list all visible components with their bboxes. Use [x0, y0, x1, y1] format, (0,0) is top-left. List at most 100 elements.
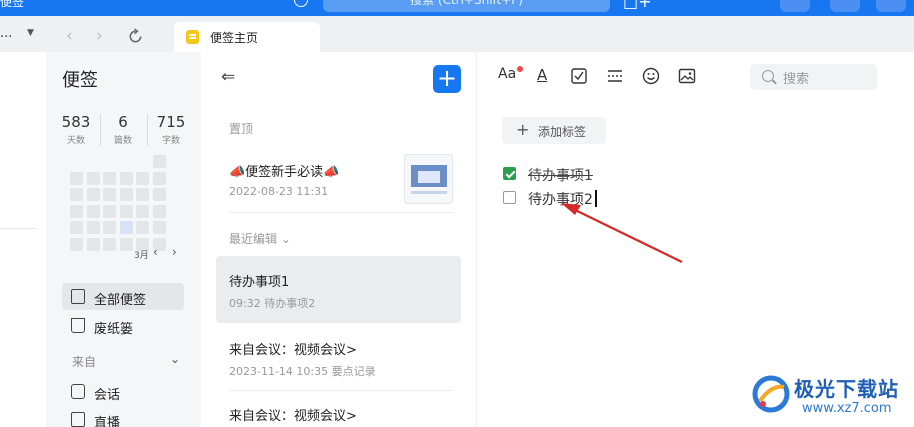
calendar-day[interactable] — [119, 171, 133, 185]
new-window-button[interactable] — [876, 0, 906, 12]
calendar-day[interactable] — [103, 237, 116, 251]
help-button[interactable] — [780, 0, 810, 12]
stat-words: 715 字数 — [151, 113, 191, 146]
calendar-day[interactable] — [119, 188, 133, 201]
calendar-day[interactable] — [136, 221, 149, 234]
divider — [229, 212, 453, 213]
stat-words-label: 字数 — [161, 136, 180, 146]
note-edit-icon — [71, 289, 85, 304]
calendar-day[interactable] — [119, 237, 133, 251]
sidebar-item-label: 全部便签 — [94, 293, 147, 308]
list-item[interactable]: 待办事项1 09:32 待办事项2 — [216, 256, 461, 323]
forward-arrow-icon[interactable]: › — [96, 26, 103, 46]
note-meta: 2022-08-23 11:31 — [229, 185, 329, 198]
calendar-day[interactable] — [136, 204, 149, 218]
sidebar-item-label: 直播 — [94, 416, 121, 427]
calendar-day[interactable] — [136, 171, 149, 185]
calendar-day[interactable] — [103, 221, 116, 234]
watermark: 极光下载站 www.xz7.com — [752, 371, 912, 425]
notes-sidebar: 便签 583 天数 6 篇数 715 字数 3月 ‹ › 全部便签 废纸篓 来自… — [46, 52, 201, 427]
list-item[interactable]: 来自会议：视频会议> 2023-11-14 10:35 要点记录 — [216, 329, 461, 387]
sidebar-item-label: 会话 — [94, 388, 121, 403]
note-title: 来自会议：视频会议> — [229, 409, 357, 424]
sidebar-item-label: 废纸篓 — [94, 322, 134, 337]
divider — [0, 228, 36, 229]
collapse-sidebar-icon[interactable]: ⇐ — [221, 67, 235, 87]
calendar-day[interactable] — [86, 221, 100, 234]
calendar-month: 3月 — [134, 251, 149, 261]
chevron-down-icon[interactable]: ⌄ — [170, 352, 180, 366]
source-section-label: 来自 — [72, 355, 97, 369]
calendar-day[interactable] — [103, 188, 116, 201]
watermark-logo-icon — [752, 375, 790, 413]
pinned-label: 置顶 — [229, 122, 254, 136]
chevron-down-icon[interactable]: ▼ — [27, 28, 34, 38]
calendar-day[interactable] — [103, 204, 116, 218]
sidebar-item-trash[interactable]: 废纸篓 — [62, 312, 184, 339]
trash-icon — [71, 318, 85, 333]
note-thumbnail — [404, 154, 453, 204]
sidebar-item-live[interactable]: 直播 — [62, 406, 184, 427]
list-item[interactable]: 来自会议：视频会议> — [216, 395, 461, 427]
workspace-menu[interactable]: ... — [0, 26, 12, 41]
title-bar: 便签 搜索 (Ctrl+Shift+F) □+ — [0, 0, 914, 16]
divider — [147, 114, 148, 146]
calendar-next-icon[interactable]: › — [172, 245, 177, 259]
calendar-day[interactable] — [152, 221, 166, 234]
divider — [229, 390, 453, 391]
watermark-url: www.xz7.com — [802, 401, 892, 416]
new-note-button[interactable]: + — [433, 65, 461, 93]
note-meta: 09:32 待办事项2 — [229, 297, 316, 310]
calendar-day[interactable] — [70, 171, 83, 185]
calendar-day[interactable] — [70, 221, 83, 234]
stat-days-label: 天数 — [66, 136, 85, 146]
activity-calendar — [62, 155, 186, 251]
stat-count-label: 篇数 — [113, 136, 132, 146]
tab-strip: ... ▼ ‹ › 便签主页 — [0, 16, 914, 52]
note-title: 📣便签新手必读📣 — [229, 165, 340, 180]
call-button[interactable] — [830, 0, 860, 12]
global-search-input[interactable]: 搜索 (Ctrl+Shift+F) — [323, 0, 610, 12]
back-arrow-icon[interactable]: ‹ — [66, 26, 73, 46]
calendar-day[interactable] — [152, 188, 166, 201]
stat-words-value: 715 — [156, 113, 186, 131]
sync-icon[interactable] — [294, 0, 308, 7]
calendar-day[interactable] — [152, 155, 166, 168]
calendar-day[interactable] — [152, 204, 166, 218]
add-device-icon[interactable]: □+ — [623, 0, 652, 11]
app-title: 便签 — [0, 0, 25, 9]
stat-days-value: 583 — [61, 113, 91, 131]
note-meta: 2023-11-14 10:35 要点记录 — [229, 365, 376, 378]
notes-list: ⇐ + 置顶 📣便签新手必读📣 2022-08-23 11:31 最近编辑 ⌄ … — [201, 52, 477, 427]
calendar-day[interactable] — [136, 188, 149, 201]
chat-icon — [71, 384, 85, 399]
workspace-sidebar — [0, 52, 46, 427]
watermark-brand: 极光下载站 — [794, 377, 899, 401]
calendar-day[interactable] — [152, 171, 166, 185]
note-app-icon — [186, 30, 199, 44]
note-title: 待办事项1 — [229, 275, 290, 290]
sidebar-item-all-notes[interactable]: 全部便签 — [62, 283, 184, 310]
calendar-day[interactable] — [86, 237, 100, 251]
tab-notes-home[interactable]: 便签主页 — [174, 22, 320, 52]
refresh-icon[interactable] — [127, 28, 144, 45]
calendar-day[interactable] — [103, 171, 116, 185]
calendar-day[interactable] — [86, 188, 100, 201]
calendar-day[interactable] — [70, 237, 83, 251]
divider — [100, 114, 101, 146]
calendar-day[interactable] — [86, 171, 100, 185]
recent-label[interactable]: 最近编辑 ⌄ — [229, 230, 291, 247]
calendar-day[interactable] — [70, 204, 83, 218]
calendar-day[interactable] — [86, 204, 100, 218]
tab-label: 便签主页 — [210, 31, 259, 45]
sidebar-item-chat[interactable]: 会话 — [62, 378, 184, 405]
note-title: 来自会议：视频会议> — [229, 343, 357, 358]
live-icon — [71, 412, 85, 427]
sidebar-title: 便签 — [62, 70, 98, 91]
calendar-day[interactable] — [119, 221, 133, 234]
calendar-prev-icon[interactable]: ‹ — [153, 245, 158, 259]
calendar-day[interactable] — [119, 204, 133, 218]
calendar-day[interactable] — [70, 188, 83, 201]
stat-days: 583 天数 — [56, 113, 96, 146]
stat-count-value: 6 — [118, 113, 128, 131]
